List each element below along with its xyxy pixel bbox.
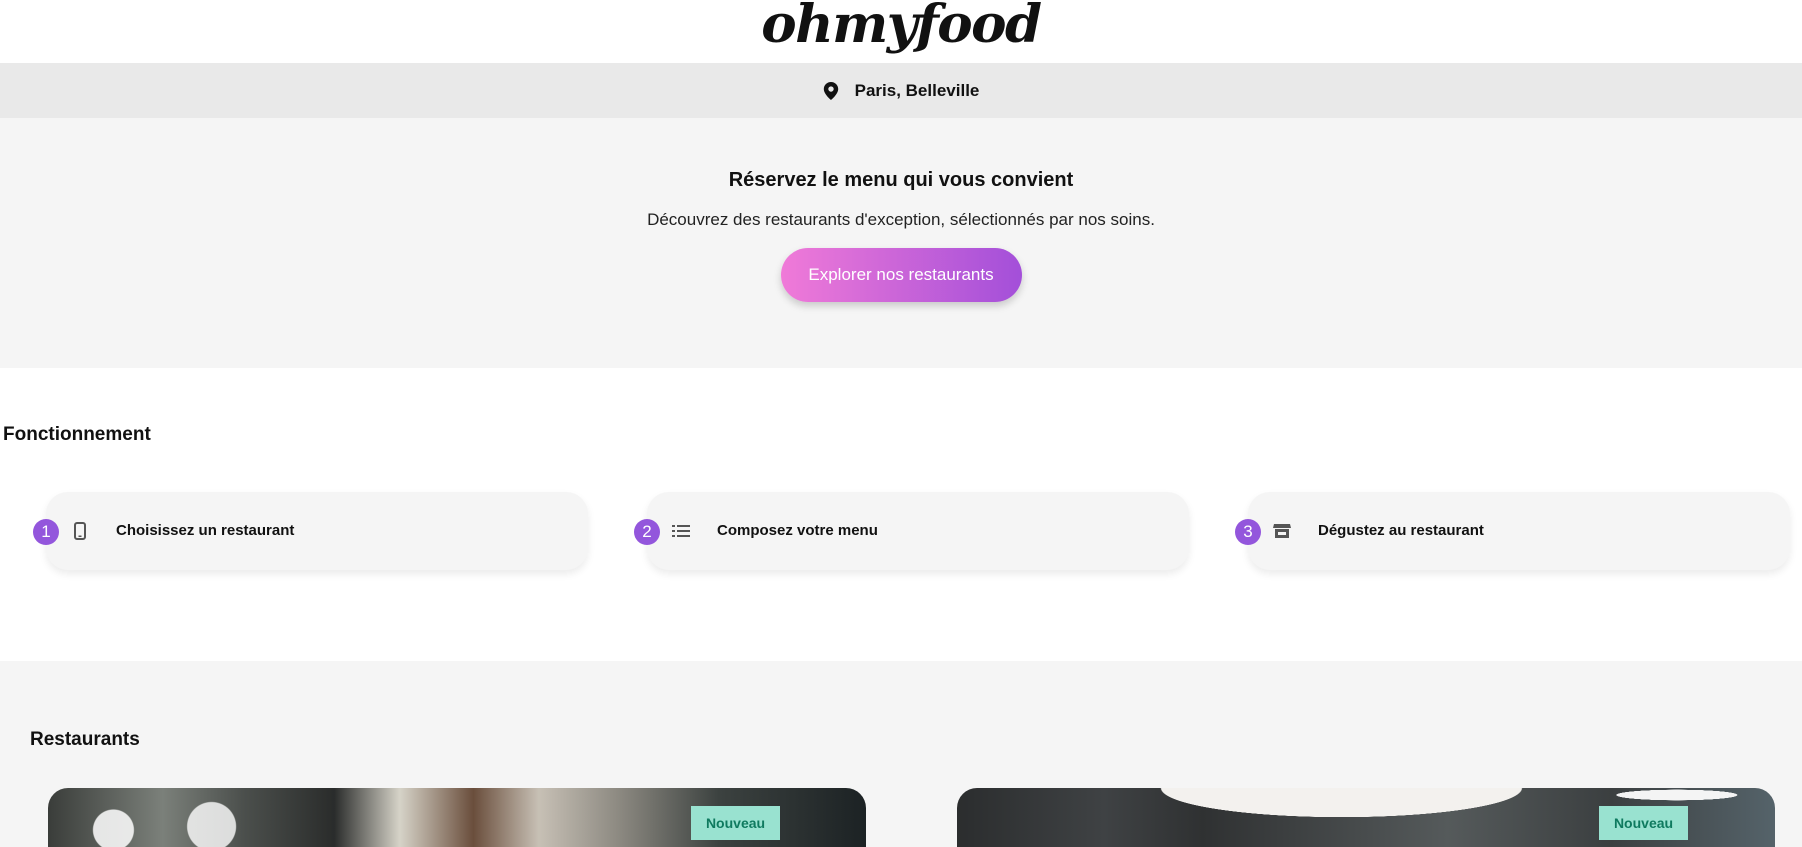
store-icon (1273, 522, 1291, 540)
step-label: Choisissez un restaurant (116, 522, 295, 539)
list-icon (672, 522, 690, 540)
site-header: ohmyfood (0, 0, 1802, 63)
step-label: Dégustez au restaurant (1318, 522, 1484, 539)
location-bar: Paris, Belleville (0, 63, 1802, 118)
hero-title: Réservez le menu qui vous convient (728, 169, 1074, 191)
step-card-3: 3 Dégustez au restaurant (1235, 492, 1790, 570)
step-card-1: 1 Choisissez un restaurant (33, 492, 588, 570)
step-number-badge: 1 (33, 519, 59, 545)
hero-section: Réservez le menu qui vous convient Décou… (0, 118, 1802, 368)
step-card-2: 2 Composez votre menu (634, 492, 1189, 570)
restaurant-card-1[interactable]: Nouveau (48, 788, 866, 847)
page: ohmyfood Paris, Belleville Réservez le m… (0, 0, 1802, 847)
step-number-badge: 3 (1235, 519, 1261, 545)
location-text: Paris, Belleville (854, 80, 980, 100)
new-badge: Nouveau (1599, 806, 1688, 840)
restaurants-section: Restaurants Nouveau Nouveau (0, 661, 1802, 847)
map-pin-icon (823, 81, 838, 100)
restaurants-title: Restaurants (30, 729, 140, 750)
explore-restaurants-button[interactable]: Explorer nos restaurants (780, 248, 1022, 302)
how-it-works-title: Fonctionnement (3, 424, 151, 445)
logo[interactable]: ohmyfood (761, 0, 1042, 51)
how-it-works-section: Fonctionnement 1 Choisissez un restauran… (0, 368, 1802, 661)
step-label: Composez votre menu (717, 522, 878, 539)
restaurant-card-2[interactable]: Nouveau (957, 788, 1775, 847)
new-badge: Nouveau (691, 806, 780, 840)
mobile-phone-icon (71, 522, 89, 540)
hero-subtitle: Découvrez des restaurants d'exception, s… (647, 210, 1155, 229)
step-number-badge: 2 (634, 519, 660, 545)
